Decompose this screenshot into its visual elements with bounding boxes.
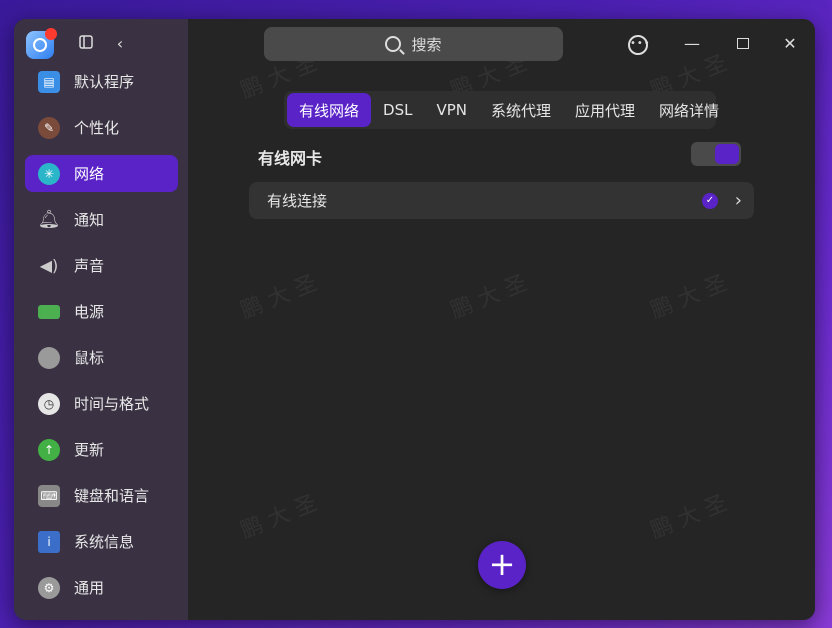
sidebar-item-label: 时间与格式 [74, 395, 150, 413]
sidebar-item-label: 通知 [74, 211, 105, 229]
speaker-icon: ◀) [39, 256, 59, 275]
add-connection-button[interactable]: + [478, 541, 526, 589]
clock-icon: ◷ [38, 392, 60, 415]
sidebar-item-label: 个性化 [74, 119, 120, 137]
maximize-icon[interactable] [732, 33, 754, 55]
sidebar-item-time-format[interactable]: ◷ 时间与格式 [25, 385, 178, 422]
sidebar-item-default-apps[interactable]: ▤ 默认程序 [25, 63, 178, 100]
sidebar-item-notifications[interactable]: 🔔︎ 通知 [25, 201, 178, 238]
sidebar-item-label: 键盘和语言 [74, 487, 150, 505]
main-panel: 鹏 大 圣 鹏 大 圣 鹏 大 圣 鹏 大 圣 鹏 大 圣 鹏 大 圣 鹏 大 … [188, 19, 815, 620]
sidebar-item-personalization[interactable]: ✎ 个性化 [25, 109, 178, 146]
bell-icon: 🔔︎ [37, 209, 61, 230]
search-placeholder: 搜索 [411, 35, 442, 54]
sidebar: ‹ ▤ 默认程序 ✎ 个性化 ✳ 网络 🔔︎ 通知 ◀) 声音 电源 鼠标 ◷ … [14, 19, 188, 620]
network-icon: ✳ [38, 162, 60, 185]
section-title: 有线网卡 [258, 149, 323, 168]
update-icon: ↑ [38, 438, 60, 461]
sidebar-item-network[interactable]: ✳ 网络 [25, 155, 178, 192]
sidebar-item-update[interactable]: ↑ 更新 [25, 431, 178, 468]
sidebar-item-label: 系统信息 [74, 533, 135, 551]
app-logo-icon [26, 28, 57, 59]
tab-network-details[interactable]: 网络详情 [647, 93, 731, 127]
connected-check-icon: ✓ [702, 193, 718, 209]
system-info-icon: i [38, 530, 60, 553]
sidebar-item-label: 鼠标 [74, 349, 105, 367]
settings-window: ‹ ▤ 默认程序 ✎ 个性化 ✳ 网络 🔔︎ 通知 ◀) 声音 电源 鼠标 ◷ … [14, 19, 815, 620]
close-icon[interactable]: ✕ [779, 33, 801, 55]
tab-app-proxy[interactable]: 应用代理 [563, 93, 647, 127]
sidebar-item-label: 电源 [74, 303, 105, 321]
watermark: 鹏 大 圣 [647, 490, 731, 544]
sidebar-item-label: 通用 [74, 579, 105, 597]
tab-vpn[interactable]: VPN [424, 93, 479, 127]
back-arrow-icon[interactable]: ‹ [110, 34, 130, 54]
sidebar-item-label: 声音 [74, 257, 105, 275]
more-options-icon[interactable]: ••• [628, 35, 650, 55]
sidebar-item-mouse[interactable]: 鼠标 [25, 339, 178, 376]
watermark: 鹏 大 圣 [447, 270, 531, 324]
watermark: 鹏 大 圣 [237, 490, 321, 544]
sidebar-nav: ▤ 默认程序 ✎ 个性化 ✳ 网络 🔔︎ 通知 ◀) 声音 电源 鼠标 ◷ 时间… [14, 63, 188, 615]
mouse-icon [38, 346, 60, 369]
tab-dsl[interactable]: DSL [371, 93, 424, 127]
default-apps-icon: ▤ [38, 70, 60, 93]
sidebar-item-label: 更新 [74, 441, 105, 459]
sidebar-item-power[interactable]: 电源 [25, 293, 178, 330]
sidebar-item-label: 默认程序 [74, 73, 135, 91]
sidebar-item-label: 网络 [74, 165, 105, 183]
personalization-icon: ✎ [38, 116, 60, 139]
minimize-icon[interactable]: — [681, 33, 703, 55]
search-input[interactable]: 搜索 [264, 27, 563, 61]
tab-system-proxy[interactable]: 系统代理 [479, 93, 563, 127]
wired-adapter-toggle[interactable] [691, 142, 741, 166]
sidebar-item-keyboard-language[interactable]: ⌨ 键盘和语言 [25, 477, 178, 514]
search-icon [385, 36, 402, 52]
sidebar-item-general[interactable]: ⚙ 通用 [25, 569, 178, 606]
battery-icon [38, 304, 60, 319]
chevron-right-icon[interactable]: › [735, 190, 742, 211]
tab-wired[interactable]: 有线网络 [287, 93, 372, 127]
wired-connection-row[interactable]: 有线连接 ✓ › [249, 182, 754, 219]
keyboard-icon: ⌨ [38, 484, 60, 507]
watermark: 鹏 大 圣 [647, 270, 731, 324]
connection-label: 有线连接 [267, 192, 328, 210]
general-settings-icon: ⚙ [38, 576, 60, 599]
sidebar-toggle-icon[interactable] [76, 35, 96, 55]
watermark: 鹏 大 圣 [237, 270, 321, 324]
sidebar-item-system-info[interactable]: i 系统信息 [25, 523, 178, 560]
sidebar-item-sound[interactable]: ◀) 声音 [25, 247, 178, 284]
network-tabs: 有线网络 DSL VPN 系统代理 应用代理 网络详情 [284, 91, 719, 129]
